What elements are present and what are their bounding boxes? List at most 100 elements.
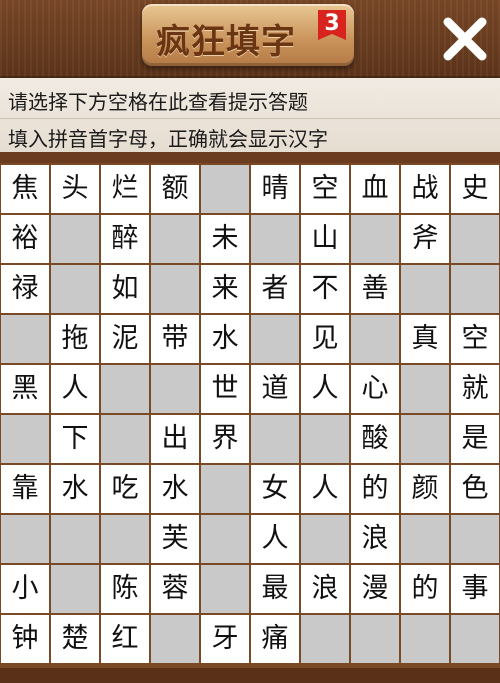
grid-cell-filled[interactable]: 色 [451,465,499,513]
grid-cell-filled[interactable]: 额 [151,165,199,213]
grid-cell-filled[interactable]: 不 [301,265,349,313]
grid-cell-filled[interactable]: 空 [301,165,349,213]
grid-cell-filled[interactable]: 裕 [1,215,49,263]
grid-cell-filled[interactable]: 红 [101,615,149,663]
grid-cell-filled[interactable]: 斧 [401,215,449,263]
grid-cell-filled[interactable]: 就 [451,365,499,413]
grid-cell-filled[interactable]: 的 [401,565,449,613]
grid-cell-empty[interactable] [1,315,49,363]
grid-cell-empty[interactable] [251,215,299,263]
grid-cell-empty[interactable] [51,265,99,313]
grid-cell-filled[interactable]: 世 [201,365,249,413]
grid-cell-filled[interactable]: 界 [201,415,249,463]
grid-cell-empty[interactable] [101,365,149,413]
grid-cell-filled[interactable]: 芙 [151,515,199,563]
grid-cell-filled[interactable]: 者 [251,265,299,313]
grid-cell-filled[interactable]: 拖 [51,315,99,363]
grid-cell-empty[interactable] [201,515,249,563]
grid-cell-filled[interactable]: 人 [251,515,299,563]
grid-cell-empty[interactable] [51,565,99,613]
grid-cell-filled[interactable]: 山 [301,215,349,263]
grid-cell-filled[interactable]: 最 [251,565,299,613]
grid-cell-filled[interactable]: 楚 [51,615,99,663]
grid-cell-filled[interactable]: 陈 [101,565,149,613]
grid-cell-empty[interactable] [401,365,449,413]
grid-cell-filled[interactable]: 酸 [351,415,399,463]
grid-cell-filled[interactable]: 醉 [101,215,149,263]
grid-cell-empty[interactable] [101,515,149,563]
grid-cell-filled[interactable]: 如 [101,265,149,313]
grid-cell-empty[interactable] [201,465,249,513]
grid-cell-empty[interactable] [1,415,49,463]
grid-cell-filled[interactable]: 晴 [251,165,299,213]
grid-cell-filled[interactable]: 战 [401,165,449,213]
grid-cell-empty[interactable] [401,515,449,563]
grid-cell-filled[interactable]: 靠 [1,465,49,513]
grid-cell-filled[interactable]: 浪 [351,515,399,563]
grid-cell-filled[interactable]: 水 [151,465,199,513]
grid-cell-filled[interactable]: 道 [251,365,299,413]
grid-cell-filled[interactable]: 善 [351,265,399,313]
grid-cell-filled[interactable]: 水 [201,315,249,363]
grid-cell-filled[interactable]: 水 [51,465,99,513]
grid-cell-filled[interactable]: 见 [301,315,349,363]
grid-cell-empty[interactable] [151,615,199,663]
grid-cell-filled[interactable]: 烂 [101,165,149,213]
grid-cell-filled[interactable]: 牙 [201,615,249,663]
grid-cell-empty[interactable] [251,415,299,463]
grid-cell-empty[interactable] [351,215,399,263]
grid-cell-filled[interactable]: 史 [451,165,499,213]
grid-cell-empty[interactable] [151,215,199,263]
grid-cell-empty[interactable] [351,315,399,363]
grid-cell-filled[interactable]: 禄 [1,265,49,313]
grid-cell-empty[interactable] [151,265,199,313]
grid-cell-filled[interactable]: 痛 [251,615,299,663]
grid-cell-empty[interactable] [201,565,249,613]
grid-cell-empty[interactable] [101,415,149,463]
grid-cell-empty[interactable] [151,365,199,413]
grid-cell-filled[interactable]: 心 [351,365,399,413]
grid-cell-filled[interactable]: 小 [1,565,49,613]
grid-cell-empty[interactable] [451,265,499,313]
grid-cell-filled[interactable]: 出 [151,415,199,463]
grid-cell-empty[interactable] [51,215,99,263]
grid-cell-filled[interactable]: 泥 [101,315,149,363]
grid-cell-filled[interactable]: 是 [451,415,499,463]
grid-cell-empty[interactable] [401,265,449,313]
grid-cell-filled[interactable]: 焦 [1,165,49,213]
grid-cell-filled[interactable]: 下 [51,415,99,463]
grid-cell-empty[interactable] [251,315,299,363]
grid-cell-filled[interactable]: 浪 [301,565,349,613]
grid-cell-filled[interactable]: 真 [401,315,449,363]
grid-cell-empty[interactable] [401,615,449,663]
grid-cell-filled[interactable]: 吃 [101,465,149,513]
grid-cell-filled[interactable]: 人 [301,465,349,513]
grid-cell-empty[interactable] [301,615,349,663]
grid-cell-filled[interactable]: 未 [201,215,249,263]
grid-cell-empty[interactable] [451,515,499,563]
grid-cell-filled[interactable]: 事 [451,565,499,613]
grid-cell-filled[interactable]: 的 [351,465,399,513]
grid-cell-filled[interactable]: 来 [201,265,249,313]
grid-cell-filled[interactable]: 人 [301,365,349,413]
close-button[interactable] [440,14,490,64]
grid-cell-filled[interactable]: 人 [51,365,99,413]
grid-cell-filled[interactable]: 漫 [351,565,399,613]
grid-cell-empty[interactable] [351,615,399,663]
grid-cell-filled[interactable]: 黑 [1,365,49,413]
grid-cell-empty[interactable] [301,415,349,463]
grid-cell-filled[interactable]: 颜 [401,465,449,513]
grid-cell-filled[interactable]: 头 [51,165,99,213]
grid-cell-filled[interactable]: 血 [351,165,399,213]
grid-cell-empty[interactable] [51,515,99,563]
grid-cell-empty[interactable] [451,215,499,263]
grid-cell-empty[interactable] [1,515,49,563]
grid-cell-filled[interactable]: 带 [151,315,199,363]
grid-cell-filled[interactable]: 钟 [1,615,49,663]
grid-cell-filled[interactable]: 女 [251,465,299,513]
grid-cell-empty[interactable] [301,515,349,563]
grid-cell-filled[interactable]: 蓉 [151,565,199,613]
grid-cell-empty[interactable] [401,415,449,463]
grid-cell-filled[interactable]: 空 [451,315,499,363]
grid-cell-empty[interactable] [201,165,249,213]
